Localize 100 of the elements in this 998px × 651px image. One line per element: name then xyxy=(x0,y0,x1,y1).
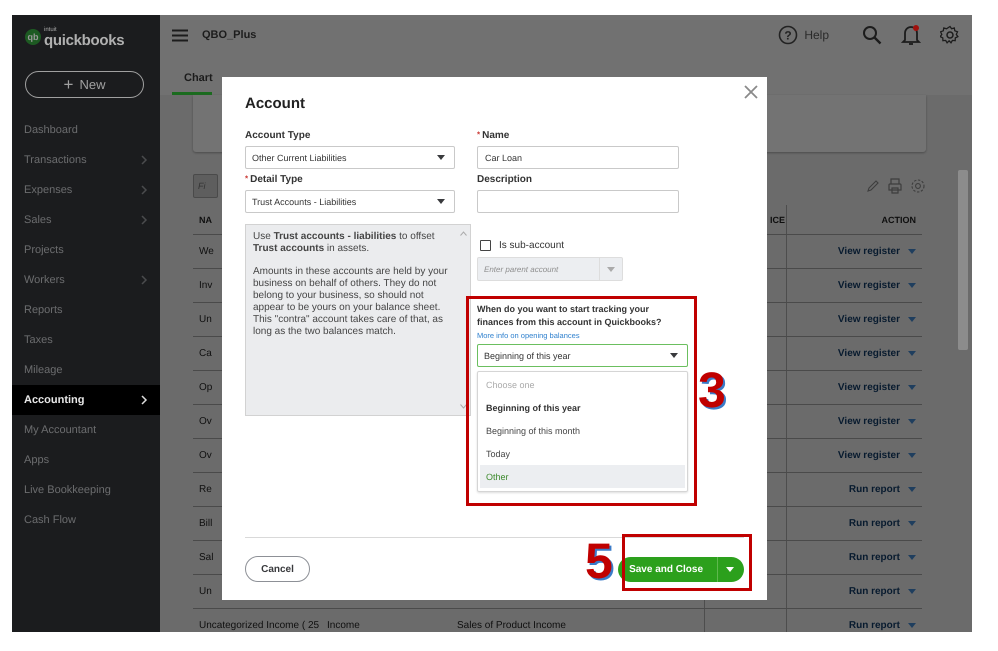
action-link[interactable]: Run report xyxy=(848,552,900,563)
action-link[interactable]: View register xyxy=(838,382,900,393)
sidebar-item[interactable]: Live Bookkeeping xyxy=(12,475,160,505)
save-and-close-button[interactable]: Save and Close xyxy=(618,556,744,582)
pencil-icon[interactable] xyxy=(866,178,880,192)
start-date-select[interactable]: Beginning of this year xyxy=(477,344,688,367)
field-label: * Name xyxy=(477,130,510,141)
dropdown-option[interactable]: Beginning of this year xyxy=(480,396,685,419)
table-cell: Bill xyxy=(199,518,212,529)
sidebar-item[interactable]: Expenses xyxy=(12,175,160,205)
field-label: * Detail Type xyxy=(245,174,304,185)
dropdown-option[interactable]: Choose one xyxy=(480,373,685,396)
sidebar-item[interactable]: Accounting xyxy=(12,385,160,415)
sidebar-item[interactable]: Reports xyxy=(12,295,160,325)
dropdown-option[interactable]: Beginning of this month xyxy=(480,419,685,442)
cancel-button[interactable]: Cancel xyxy=(245,556,310,582)
close-icon[interactable] xyxy=(744,85,758,99)
table-cell: Ca xyxy=(199,348,212,359)
action-link[interactable]: View register xyxy=(838,246,900,257)
search-icon[interactable] xyxy=(862,25,882,45)
action-link[interactable]: View register xyxy=(838,416,900,427)
caret-icon[interactable] xyxy=(908,283,916,288)
caret-icon[interactable] xyxy=(908,385,916,390)
help-button[interactable]: ? Help xyxy=(778,25,829,45)
caret-icon xyxy=(670,353,678,358)
logo-mark: qb xyxy=(25,29,41,45)
action-link[interactable]: View register xyxy=(838,280,900,291)
field-label: Description xyxy=(477,174,534,185)
sidebar-item[interactable]: Apps xyxy=(12,445,160,475)
caret-icon[interactable] xyxy=(908,521,916,526)
column-header: ICE xyxy=(770,214,785,224)
dropdown-button[interactable] xyxy=(599,257,623,281)
action-link[interactable]: Run report xyxy=(848,620,900,631)
caret-icon[interactable] xyxy=(908,623,916,628)
description-text: Amounts in these accounts are held by your business on behalf of others. They do not belong to your business, so should not appear to be yours on your balance sheet. This "contra" account takes care of that, as long as the two balances match. xyxy=(253,266,449,338)
table-cell: Sales of Product Income xyxy=(457,620,566,631)
table-cell: Un xyxy=(199,314,212,325)
sidebar-item[interactable]: My Accountant xyxy=(12,415,160,445)
sidebar-item[interactable]: Mileage xyxy=(12,355,160,385)
caret-icon xyxy=(607,266,615,272)
caret-icon[interactable] xyxy=(726,566,734,572)
sidebar-item[interactable]: Dashboard xyxy=(12,115,160,145)
caret-icon[interactable] xyxy=(908,555,916,560)
printer-icon[interactable] xyxy=(887,178,903,194)
table-cell: Sal xyxy=(199,552,214,563)
step-number: 5 xyxy=(585,536,613,586)
caret-icon xyxy=(437,155,445,160)
table-cell: Op xyxy=(199,382,212,393)
description-text: Use Trust accounts - liabilities to offset Trust accounts in assets. xyxy=(253,231,436,255)
account-type-select[interactable]: Other Current Liabilities xyxy=(245,146,455,169)
new-button[interactable]: + New xyxy=(25,71,144,98)
step-number: 3 xyxy=(698,365,726,415)
checkbox[interactable] xyxy=(480,240,491,251)
dialog-title: Account xyxy=(245,95,306,114)
scrollbar[interactable] xyxy=(958,170,968,350)
company-name: QBO_Plus xyxy=(202,29,256,41)
detail-type-select[interactable]: Trust Accounts - Liabilities xyxy=(245,190,455,213)
description-field[interactable] xyxy=(477,190,679,213)
bell-icon[interactable] xyxy=(901,24,921,46)
action-link[interactable]: View register xyxy=(838,348,900,359)
caret-icon[interactable] xyxy=(908,249,916,254)
action-link[interactable]: Run report xyxy=(848,484,900,495)
caret-icon[interactable] xyxy=(908,487,916,492)
caret-icon[interactable] xyxy=(908,317,916,322)
name-field[interactable]: Car Loan xyxy=(477,146,679,169)
table-cell: Ov xyxy=(199,416,212,427)
table-cell: Income xyxy=(327,620,360,631)
action-link[interactable]: Run report xyxy=(848,518,900,529)
caret-icon[interactable] xyxy=(908,419,916,424)
sidebar-item[interactable]: Sales xyxy=(12,205,160,235)
field-label: Account Type xyxy=(245,130,312,141)
action-link[interactable]: View register xyxy=(838,314,900,325)
settings-icon[interactable] xyxy=(940,25,960,45)
question-text: When do you want to start tracking your finances from this account in Quickbooks? xyxy=(477,303,663,329)
table-cell: Un xyxy=(199,586,212,597)
caret-icon[interactable] xyxy=(908,453,916,458)
scroll-down-icon[interactable] xyxy=(460,404,467,409)
help-icon: ? xyxy=(778,25,798,45)
action-link[interactable]: View register xyxy=(838,450,900,461)
checkbox-label: Is sub-account xyxy=(499,240,564,251)
caret-icon[interactable] xyxy=(908,351,916,356)
table-cell: Uncategorized Income ( 25 xyxy=(199,620,320,631)
menu-icon[interactable] xyxy=(172,28,188,42)
column-header: NA xyxy=(199,214,212,224)
sidebar-item[interactable]: Workers xyxy=(12,265,160,295)
table-cell: Ov xyxy=(199,450,212,461)
dropdown-option[interactable]: Other xyxy=(480,465,685,488)
settings-icon[interactable] xyxy=(910,178,926,194)
dropdown-option[interactable]: Today xyxy=(480,442,685,465)
table-cell: We xyxy=(199,246,214,257)
sidebar-item[interactable]: Cash Flow xyxy=(12,505,160,535)
caret-icon xyxy=(437,199,445,204)
scroll-up-icon[interactable] xyxy=(460,231,467,236)
action-link[interactable]: Run report xyxy=(848,586,900,597)
table-cell: Re xyxy=(199,484,212,495)
caret-icon[interactable] xyxy=(908,589,916,594)
sidebar-item[interactable]: Projects xyxy=(12,235,160,265)
sidebar-item[interactable]: Taxes xyxy=(12,325,160,355)
sidebar-item[interactable]: Transactions xyxy=(12,145,160,175)
table-cell: Inv xyxy=(199,280,212,291)
